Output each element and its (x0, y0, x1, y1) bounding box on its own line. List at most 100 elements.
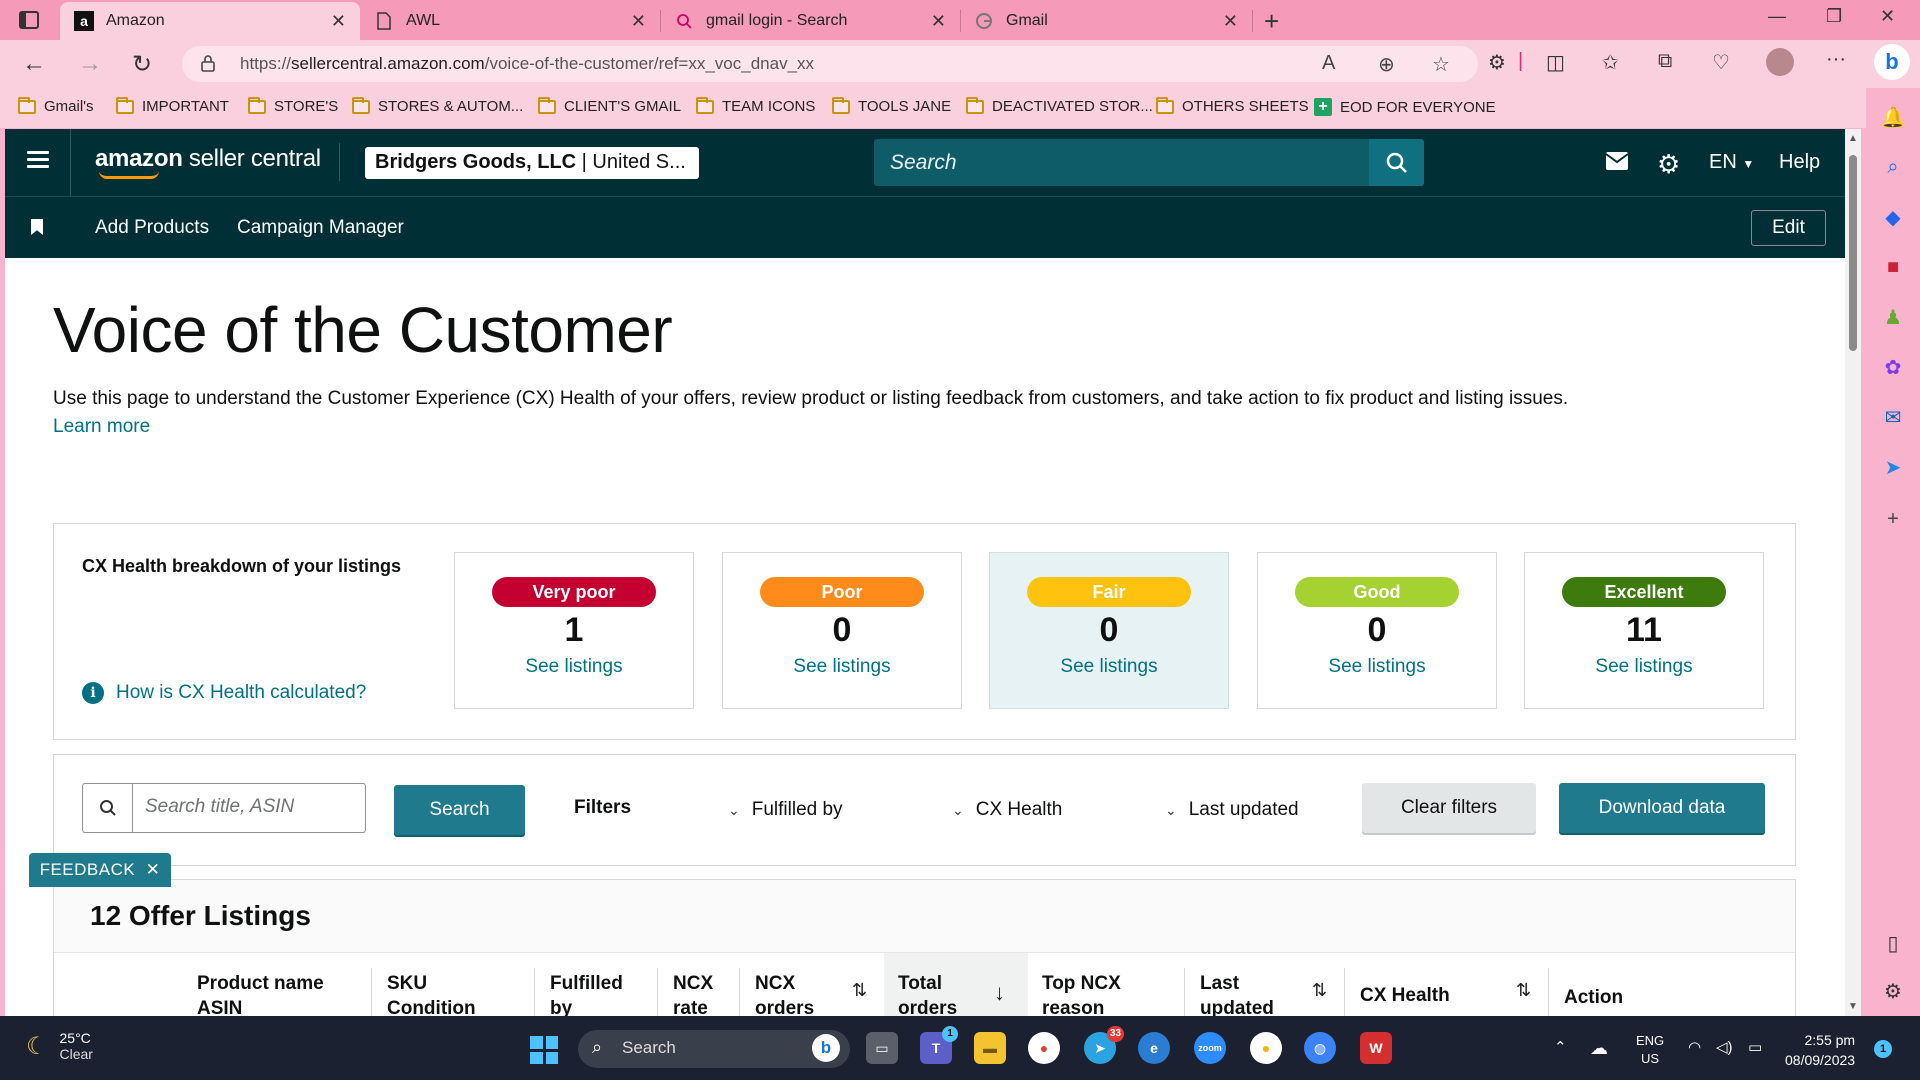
column-header-cx-health[interactable]: CX Health (1360, 983, 1450, 1008)
see-listings-link[interactable]: See listings (1258, 656, 1496, 678)
tab-gmail[interactable]: Gmail ✕ (960, 2, 1253, 40)
column-header-ncx-rate[interactable]: NCX rate (673, 971, 713, 1016)
windows-start-icon[interactable] (530, 1036, 558, 1064)
bookmark-folder[interactable]: STORE'S (248, 96, 338, 115)
profile-avatar[interactable] (1766, 48, 1794, 76)
bookmark-folder[interactable]: TEAM ICONS (696, 96, 815, 115)
tab-awl[interactable]: AWL ✕ (360, 2, 661, 40)
settings-gear-icon[interactable]: ⚙ (1657, 149, 1680, 180)
minimize-icon[interactable]: — (1768, 6, 1786, 27)
shopping-tag-icon[interactable]: ◆ (1880, 204, 1906, 230)
language-selector[interactable]: EN ▼ (1709, 151, 1754, 174)
bookmark-folder[interactable]: OTHERS SHEETS (1156, 96, 1309, 115)
learn-more-link[interactable]: Learn more (53, 416, 150, 438)
favorite-star-icon[interactable]: ☆ (1432, 52, 1450, 77)
bookmark-folder[interactable]: Gmail's (18, 96, 94, 115)
split-screen-icon[interactable]: ◫ (1546, 50, 1565, 75)
battery-icon[interactable]: ▭ (1748, 1038, 1762, 1056)
sort-descending-icon[interactable]: ↓ (994, 980, 1005, 1006)
add-sidebar-item-icon[interactable]: + (1880, 506, 1906, 532)
read-aloud-icon[interactable]: A (1322, 52, 1335, 75)
column-header-fulfilled-by[interactable]: Fulfilled by (550, 971, 623, 1016)
fulfilled-by-dropdown[interactable]: ⌄ Fulfilled by (728, 799, 843, 821)
bookmark-folder[interactable]: CLIENT'S GMAIL (538, 96, 681, 115)
close-tab-icon[interactable]: ✕ (931, 11, 946, 32)
chrome-profile-icon[interactable]: ● (1250, 1032, 1282, 1064)
subnav-add-products[interactable]: Add Products (95, 217, 209, 239)
cx-tile-fair[interactable]: Fair 0 See listings (989, 552, 1229, 709)
bookmark-folder[interactable]: IMPORTANT (116, 96, 229, 115)
scrollbar-thumb[interactable] (1849, 155, 1857, 351)
collections-icon[interactable]: ⧉ (1658, 50, 1672, 73)
refresh-icon[interactable]: ↻ (132, 50, 152, 79)
forward-arrow-icon[interactable]: → (78, 50, 102, 78)
cx-tile-good[interactable]: Good 0 See listings (1257, 552, 1497, 709)
globe-app-icon[interactable]: ◍ (1304, 1032, 1336, 1064)
column-header-last-updated[interactable]: Last updated (1200, 971, 1274, 1016)
column-header-total-orders[interactable]: Total orders (898, 971, 957, 1016)
wifi-icon[interactable]: ◠ (1688, 1038, 1701, 1056)
language-indicator[interactable]: ENG US (1636, 1032, 1664, 1068)
header-search-input[interactable]: Search (874, 139, 1379, 186)
sidebar-settings-gear-icon[interactable]: ⚙ (1880, 978, 1906, 1004)
close-tab-icon[interactable]: ✕ (1223, 11, 1238, 32)
back-arrow-icon[interactable]: ← (22, 50, 46, 78)
url-field[interactable]: https://sellercentral.amazon.com/voice-o… (182, 46, 1478, 82)
zoom-icon[interactable]: ⊕ (1378, 52, 1395, 77)
restore-icon[interactable]: ❐ (1826, 6, 1842, 27)
bing-copilot-icon[interactable]: b (1874, 44, 1910, 80)
cx-tile-poor[interactable]: Poor 0 See listings (722, 552, 962, 709)
bookmark-folder[interactable]: TOOLS JANE (832, 96, 951, 115)
favorites-icon[interactable]: ✩ (1602, 50, 1619, 75)
column-header-sku[interactable]: SKU Condition (387, 971, 476, 1016)
download-data-button[interactable]: Download data (1559, 783, 1765, 833)
bookmark-folder[interactable]: STORES & AUTOM... (352, 96, 523, 115)
tab-actions-button[interactable] (14, 8, 44, 32)
close-tab-icon[interactable]: ✕ (631, 11, 646, 32)
see-listings-link[interactable]: See listings (455, 656, 693, 678)
column-header-product-name[interactable]: Product name ASIN (197, 971, 324, 1016)
cx-tile-excellent[interactable]: Excellent 11 See listings (1524, 552, 1764, 709)
column-header-ncx-orders[interactable]: NCX orders (755, 971, 814, 1016)
bell-icon[interactable]: 🔔 (1880, 104, 1906, 130)
tab-amazon[interactable]: a Amazon ✕ (60, 2, 360, 40)
last-updated-dropdown[interactable]: ⌄ Last updated (1165, 799, 1299, 821)
tab-gmail-login-search[interactable]: gmail login - Search ✕ (660, 2, 961, 40)
listing-search-button[interactable]: Search (394, 785, 525, 835)
sidebar-toggle-icon[interactable]: ▯ (1880, 930, 1906, 956)
notification-badge[interactable]: 1 (1874, 1040, 1892, 1058)
teams-icon[interactable]: T1 (920, 1026, 958, 1064)
outlook-icon[interactable]: ✉ (1880, 404, 1906, 430)
column-header-top-ncx-reason[interactable]: Top NCX reason (1042, 971, 1121, 1016)
task-view-icon[interactable]: ▭ (866, 1032, 898, 1064)
file-explorer-icon[interactable]: ▬ (974, 1032, 1006, 1064)
cx-tile-very-poor[interactable]: Very poor 1 See listings (454, 552, 694, 709)
bookmark-icon[interactable] (31, 219, 43, 235)
page-scrollbar[interactable]: ▲ ▼ (1845, 129, 1861, 1016)
header-search-button[interactable] (1369, 139, 1424, 186)
close-tab-icon[interactable]: ✕ (331, 11, 346, 32)
edge-icon[interactable]: e (1138, 1032, 1170, 1064)
see-listings-link[interactable]: See listings (990, 656, 1228, 678)
taskbar-search[interactable]: ⌕ Search b (578, 1030, 850, 1068)
help-link[interactable]: Help (1779, 151, 1820, 174)
clock[interactable]: 2:55 pm 08/09/2023 (1785, 1030, 1855, 1070)
feedback-button[interactable]: FEEDBACK ✕ (29, 853, 171, 887)
close-window-icon[interactable]: ✕ (1880, 6, 1895, 27)
zoom-icon[interactable]: zoom (1194, 1032, 1226, 1064)
tools-briefcase-icon[interactable]: ■ (1880, 254, 1906, 280)
weather-widget[interactable]: ☾ 25°C Clear (26, 1030, 93, 1062)
hamburger-menu-icon[interactable] (27, 151, 49, 169)
account-switcher[interactable]: Bridgers Goods, LLC | United S... (365, 147, 699, 179)
drop-send-icon[interactable]: ➤ (1880, 454, 1906, 480)
microsoft365-icon[interactable]: ✿ (1880, 354, 1906, 380)
sort-both-icon[interactable]: ⇅ (852, 980, 867, 1001)
new-tab-plus-icon[interactable]: + (1264, 6, 1279, 37)
bookmark-folder[interactable]: DEACTIVATED STOR... (966, 96, 1153, 115)
games-icon[interactable]: ♟ (1880, 304, 1906, 330)
volume-icon[interactable]: ◁) (1716, 1038, 1733, 1056)
see-listings-link[interactable]: See listings (723, 656, 961, 678)
sort-both-icon[interactable]: ⇅ (1312, 980, 1327, 1001)
performance-icon[interactable]: ♡ (1712, 50, 1730, 75)
edit-nav-button[interactable]: Edit (1751, 210, 1826, 246)
